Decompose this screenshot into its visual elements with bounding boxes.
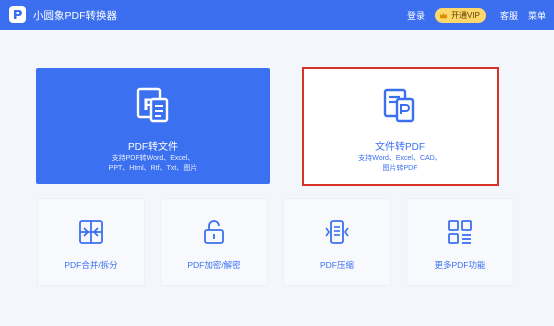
compress-icon — [325, 220, 349, 244]
tool-encrypt-decrypt[interactable]: PDF加密/解密 — [160, 198, 268, 286]
pdf-to-file-title: PDF转文件 — [128, 142, 178, 153]
tool-label: 更多PDF功能 — [434, 260, 486, 270]
file-to-pdf-desc-line2: 图片转PDF — [382, 165, 418, 172]
menu-link[interactable]: 菜单 — [528, 9, 546, 22]
pdf-to-file-desc-line2: PPT、Html、Rtf、Txt、图片 — [108, 165, 198, 172]
file-to-pdf-card[interactable]: 文件转PDF 支持Word、Excel、CAD、 图片转PDF — [303, 68, 497, 184]
crown-icon — [439, 12, 448, 18]
title-bar: 小圆象PDF转换器 登录 开通VIP 客服 菜单 — [0, 0, 554, 30]
app-logo-icon — [9, 6, 26, 23]
vip-label: 开通VIP — [451, 10, 480, 20]
tool-compress[interactable]: PDF压缩 — [283, 198, 391, 286]
lock-icon — [204, 220, 224, 244]
file-to-pdf-desc: 支持Word、Excel、CAD、 图片转PDF — [303, 154, 497, 174]
vip-button[interactable]: 开通VIP — [435, 7, 486, 23]
file-to-pdf-desc-line1: 支持Word、Excel、CAD、 — [358, 155, 442, 162]
merge-split-icon — [79, 220, 103, 244]
main-area: P PDF转文件 支持PDF转Word、Excel、 PPT、Html、Rtf、… — [0, 30, 554, 326]
support-link[interactable]: 客服 — [500, 9, 518, 22]
pdf-to-file-desc: 支持PDF转Word、Excel、 PPT、Html、Rtf、Txt、图片 — [36, 154, 270, 174]
tool-more[interactable]: 更多PDF功能 — [406, 198, 514, 286]
app-title: 小圆象PDF转换器 — [33, 10, 117, 22]
pdf-document-icon: P — [136, 87, 169, 123]
pdf-to-file-card[interactable]: P PDF转文件 支持PDF转Word、Excel、 PPT、Html、Rtf、… — [36, 68, 270, 184]
file-convert-icon — [383, 88, 415, 123]
pdf-to-file-desc-line1: 支持PDF转Word、Excel、 — [111, 155, 195, 162]
tool-merge-split[interactable]: PDF合并/拆分 — [37, 198, 145, 286]
tool-label: PDF合并/拆分 — [64, 260, 118, 270]
more-grid-icon — [448, 220, 472, 244]
file-to-pdf-title: 文件转PDF — [375, 142, 425, 153]
tool-label: PDF压缩 — [319, 260, 354, 270]
login-link[interactable]: 登录 — [407, 9, 425, 22]
tool-label: PDF加密/解密 — [187, 260, 241, 270]
